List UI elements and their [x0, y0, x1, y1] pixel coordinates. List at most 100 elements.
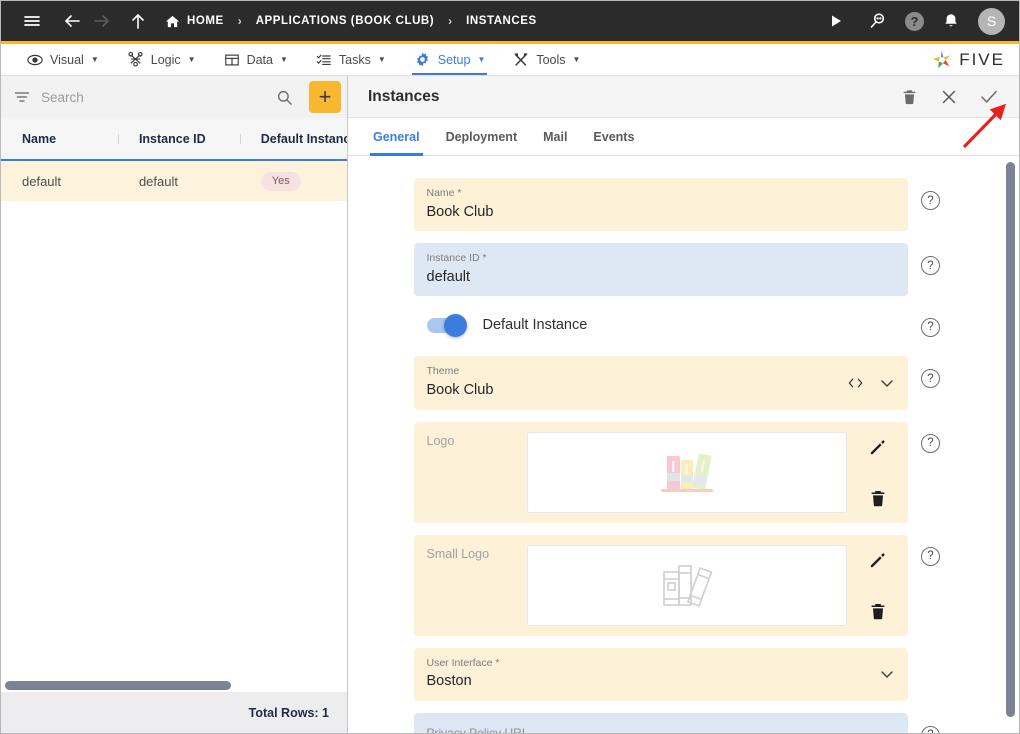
tab-general[interactable]: General: [360, 118, 433, 156]
help-icon[interactable]: ?: [921, 546, 940, 566]
tab-label: General: [373, 129, 420, 144]
theme-field[interactable]: Theme Book Club: [413, 356, 908, 410]
help-icon-label: ?: [910, 13, 919, 29]
detail-panel: Instances General Deployment Mail Events…: [348, 76, 1019, 733]
menu-item-setup[interactable]: Setup ▼: [400, 44, 500, 75]
notifications-bell-icon[interactable]: [936, 6, 966, 36]
logo-preview[interactable]: [526, 431, 847, 513]
help-icon[interactable]: ?: [921, 433, 940, 453]
help-icon-label: ?: [927, 259, 934, 272]
top-bar: HOME › APPLICATIONS (BOOK CLUB) › INSTAN…: [1, 1, 1019, 44]
arrow-up-icon[interactable]: [123, 6, 153, 36]
horizontal-scrollbar[interactable]: [1, 678, 347, 692]
tab-deployment[interactable]: Deployment: [433, 118, 531, 155]
pencil-icon[interactable]: [868, 551, 887, 570]
help-icon-label: ?: [927, 372, 934, 385]
grid-header-row: Name Instance ID Default Instance: [1, 118, 347, 161]
search-input[interactable]: [41, 89, 260, 105]
user-interface-field-adornments: [879, 667, 895, 681]
user-interface-field-value: Boston: [426, 673, 472, 690]
page-title: Instances: [368, 87, 440, 105]
menu-item-data[interactable]: Data ▼: [210, 44, 302, 75]
field-row-default-instance: Default Instance ?: [414, 308, 954, 342]
help-icon-label: ?: [927, 321, 934, 334]
logo-field: Logo: [413, 421, 908, 523]
instance-id-field[interactable]: Instance ID * default: [413, 243, 908, 297]
help-icon[interactable]: ?: [921, 369, 940, 389]
breadcrumb-item-home[interactable]: HOME: [165, 14, 224, 29]
run-icon[interactable]: [821, 6, 851, 36]
table-row[interactable]: default default Yes: [1, 161, 347, 201]
small-logo-preview[interactable]: [526, 544, 847, 626]
tab-label: Events: [593, 129, 635, 144]
list-panel: + Name Instance ID Default Instance defa…: [1, 76, 348, 733]
column-header-instance-id[interactable]: Instance ID: [117, 132, 240, 146]
breadcrumb-item-instances[interactable]: INSTANCES: [466, 15, 537, 27]
field-row-user-interface: User Interface * Boston: [413, 647, 954, 701]
instances-grid: Name Instance ID Default Instance defaul…: [1, 118, 347, 733]
code-brackets-icon[interactable]: [846, 376, 865, 390]
panel-header: Instances: [348, 76, 1019, 118]
column-header-default-instance[interactable]: Default Instance: [239, 132, 347, 146]
help-wrapper: ?: [908, 243, 954, 276]
status-badge: Yes: [260, 171, 301, 191]
default-instance-toggle[interactable]: [426, 313, 467, 337]
help-wrapper: ?: [908, 314, 954, 337]
field-row-small-logo: Small Logo ?: [413, 534, 954, 636]
chevron-down-icon: ▼: [377, 55, 386, 64]
grid-body: default default Yes: [1, 161, 347, 678]
breadcrumb-label: APPLICATIONS (BOOK CLUB): [255, 15, 435, 27]
name-field-value: Book Club: [426, 203, 494, 220]
tab-mail[interactable]: Mail: [530, 118, 580, 155]
chevron-down-icon: ▼: [477, 55, 486, 64]
chevron-down-icon[interactable]: [879, 667, 895, 681]
add-instance-button[interactable]: +: [309, 81, 341, 113]
arrow-left-icon[interactable]: [57, 6, 87, 36]
grid-footer: Total Rows: 1: [1, 692, 347, 733]
search-chat-icon[interactable]: [863, 6, 893, 36]
tab-events[interactable]: Events: [580, 118, 647, 155]
chevron-down-icon[interactable]: [879, 376, 895, 390]
name-field[interactable]: Name * Book Club: [413, 178, 908, 232]
breadcrumb: HOME › APPLICATIONS (BOOK CLUB) › INSTAN…: [165, 14, 537, 29]
save-button[interactable]: [977, 85, 1001, 109]
menu-item-label: Setup: [437, 52, 471, 67]
name-field-label: Name *: [426, 187, 462, 199]
filter-icon[interactable]: [13, 88, 31, 106]
menu-item-visual[interactable]: Visual ▼: [13, 44, 113, 75]
help-icon[interactable]: ?: [921, 256, 940, 276]
help-icon[interactable]: ?: [921, 725, 940, 733]
trash-icon[interactable]: [869, 602, 887, 621]
chevron-down-icon: ▼: [279, 55, 288, 64]
home-icon: [165, 14, 180, 29]
menu-item-logic[interactable]: Logic ▼: [113, 44, 210, 75]
help-icon[interactable]: ?: [921, 191, 940, 210]
column-header-name[interactable]: Name: [1, 132, 118, 146]
five-mark-icon: [931, 49, 953, 71]
help-icon[interactable]: ?: [905, 11, 924, 31]
vertical-scrollbar-thumb[interactable]: [1006, 162, 1015, 717]
menu-item-label: Tools: [536, 52, 566, 67]
breadcrumb-item-applications[interactable]: APPLICATIONS (BOOK CLUB): [256, 15, 434, 27]
help-icon[interactable]: ?: [921, 317, 940, 337]
field-row-theme: Theme Book Club ?: [413, 356, 954, 410]
avatar[interactable]: S: [978, 7, 1005, 35]
chevron-down-icon: ▼: [187, 55, 196, 64]
gear-icon: [414, 51, 431, 68]
delete-button[interactable]: [897, 85, 921, 109]
hamburger-icon[interactable]: [17, 6, 47, 36]
privacy-policy-url-field[interactable]: Privacy Policy URL: [413, 712, 908, 733]
user-interface-field[interactable]: User Interface * Boston: [413, 647, 908, 701]
menu-item-tools[interactable]: Tools ▼: [499, 44, 594, 75]
menu-item-tasks[interactable]: Tasks ▼: [302, 44, 400, 75]
search-icon[interactable]: [270, 89, 299, 106]
checklist-icon: [316, 52, 332, 68]
theme-field-adornments: [846, 376, 895, 390]
horizontal-scrollbar-thumb[interactable]: [5, 680, 231, 690]
pencil-icon[interactable]: [868, 438, 887, 457]
close-button[interactable]: [937, 85, 961, 109]
plus-icon: +: [318, 84, 332, 109]
cell-name: default: [22, 173, 62, 189]
trash-icon[interactable]: [869, 489, 887, 508]
toggle-knob: [443, 313, 467, 337]
